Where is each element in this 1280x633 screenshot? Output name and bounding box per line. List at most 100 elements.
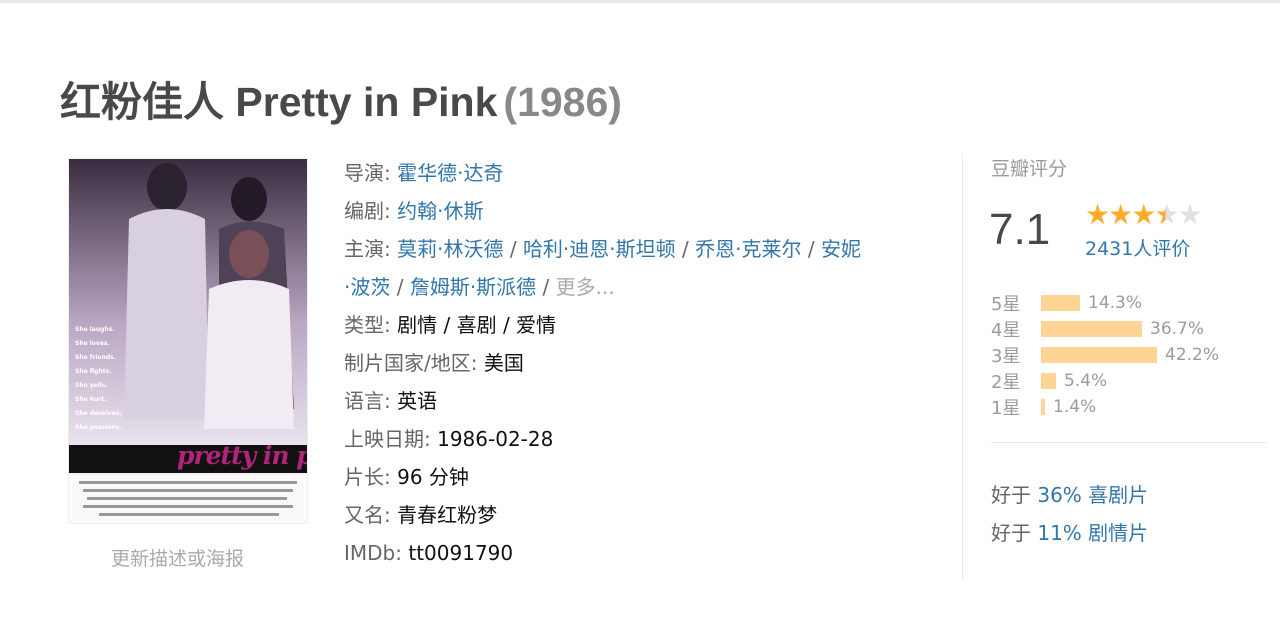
cast-link[interactable]: 安妮 — [821, 237, 861, 261]
better-than-prefix: 好于 — [991, 521, 1031, 545]
star-full-icon: ★ — [1085, 198, 1110, 231]
distribution-bar — [1041, 295, 1080, 311]
cast-link[interactable]: 莫莉·林沃德 — [397, 237, 503, 261]
imdb-label: IMDb: — [344, 541, 402, 565]
distribution-row: 5星 14.3% — [991, 290, 1251, 316]
distribution-percent: 14.3% — [1088, 293, 1143, 313]
distribution-percent: 5.4% — [1064, 371, 1108, 391]
star-empty-icon: ★ — [1177, 198, 1202, 231]
better-than-row: 好于 36% 喜剧片 — [991, 476, 1148, 514]
cast-link[interactable]: ·波茨 — [344, 275, 390, 299]
genre-value: 爱情 — [516, 313, 557, 337]
svg-text:She deceives.: She deceives. — [75, 410, 122, 417]
better-than-prefix: 好于 — [991, 483, 1031, 507]
country-label: 制片国家/地区: — [344, 351, 478, 375]
cast-row: 主演: 莫莉·林沃德 / 哈利·迪恩·斯坦顿 / 乔恩·克莱尔 / 安妮 — [344, 230, 944, 268]
release-label: 上映日期: — [344, 427, 431, 451]
genre-separator: / — [502, 313, 517, 337]
svg-text:She friends.: She friends. — [75, 354, 116, 361]
cast-link[interactable]: 哈利·迪恩·斯坦顿 — [523, 237, 676, 261]
runtime-label: 片长: — [344, 465, 391, 489]
cast-link[interactable]: 詹姆斯·斯派德 — [410, 275, 536, 299]
movie-poster[interactable]: She laughs. She loves. She friends. She … — [68, 158, 308, 524]
cast-separator: / — [682, 237, 696, 261]
distribution-bar — [1041, 399, 1045, 415]
better-than-row: 好于 11% 剧情片 — [991, 514, 1148, 552]
movie-info: 导演: 霍华德·达奇 编剧: 约翰·休斯 主演: 莫莉·林沃德 / 哈利·迪恩·… — [344, 154, 944, 572]
distribution-row: 1星 1.4% — [991, 394, 1251, 420]
writer-row: 编剧: 约翰·休斯 — [344, 192, 944, 230]
page-title: 红粉佳人 Pretty in Pink (1986) — [60, 76, 622, 128]
distribution-bar — [1041, 347, 1157, 363]
better-than: 好于 36% 喜剧片 好于 11% 剧情片 — [991, 476, 1148, 552]
director-row: 导演: 霍华德·达奇 — [344, 154, 944, 192]
language-value: 英语 — [397, 389, 438, 413]
star-full-icon: ★ — [1131, 198, 1156, 231]
cast-separator: / — [542, 275, 556, 299]
distribution-star-label: 3星 — [991, 346, 1021, 367]
imdb-row: IMDb: tt0091790 — [344, 534, 944, 572]
distribution-percent: 42.2% — [1165, 345, 1220, 365]
distribution-row: 2星 5.4% — [991, 368, 1251, 394]
svg-text:She passions.: She passions. — [75, 424, 122, 431]
distribution-bar — [1041, 321, 1142, 337]
rating-panel: 豆瓣评分 7.1 ★★★★★ 2431人评价 5星 14.3% 4星 36.7% 3星 4… — [962, 154, 1280, 579]
update-poster-link[interactable]: 更新描述或海报 — [111, 544, 244, 571]
cast-separator: / — [807, 237, 821, 261]
country-value: 美国 — [483, 351, 524, 375]
better-than-link[interactable]: 11% 剧情片 — [1037, 521, 1148, 545]
language-row: 语言: 英语 — [344, 382, 944, 420]
director-link[interactable]: 霍华德·达奇 — [397, 161, 503, 185]
better-than-link[interactable]: 36% 喜剧片 — [1037, 483, 1148, 507]
distribution-star-label: 5星 — [991, 294, 1021, 315]
aka-row: 又名: 青春红粉梦 — [344, 496, 944, 534]
country-row: 制片国家/地区: 美国 — [344, 344, 944, 382]
cast-more-link[interactable]: 更多... — [556, 275, 615, 299]
genre-row: 类型: 剧情 / 喜剧 / 爱情 — [344, 306, 944, 344]
movie-name: 红粉佳人 Pretty in Pink — [60, 79, 498, 125]
rating-distribution: 5星 14.3% 4星 36.7% 3星 42.2% 2星 5.4% 1星 1.4% — [991, 290, 1251, 420]
distribution-percent: 36.7% — [1150, 319, 1205, 339]
distribution-row: 4星 36.7% — [991, 316, 1251, 342]
release-row: 上映日期: 1986-02-28 — [344, 420, 944, 458]
poster-film-name: pretty in pink — [177, 441, 307, 470]
distribution-percent: 1.4% — [1053, 397, 1097, 417]
svg-text:She loves.: She loves. — [75, 340, 110, 347]
distribution-star-label: 1星 — [991, 398, 1021, 419]
svg-text:She yells.: She yells. — [75, 382, 108, 389]
rating-divider — [991, 442, 1267, 443]
rating-stars: ★★★★★ — [1085, 198, 1203, 232]
distribution-star-label: 2星 — [991, 372, 1021, 393]
imdb-value[interactable]: tt0091790 — [408, 541, 513, 565]
language-label: 语言: — [344, 389, 391, 413]
star-full-icon: ★ — [1108, 198, 1133, 231]
cast-separator: / — [396, 275, 410, 299]
movie-year: (1986) — [503, 79, 622, 125]
votes-link[interactable]: 2431人评价 — [1085, 234, 1190, 261]
cast-label: 主演: — [344, 237, 391, 261]
aka-label: 又名: — [344, 503, 391, 527]
distribution-bar — [1041, 373, 1056, 389]
writer-label: 编剧: — [344, 199, 391, 223]
cast-row-continued: ·波茨 / 詹姆斯·斯派德 / 更多... — [344, 268, 944, 306]
release-value: 1986-02-28 — [437, 427, 554, 451]
runtime-row: 片长: 96 分钟 — [344, 458, 944, 496]
aka-value: 青春红粉梦 — [397, 503, 498, 527]
genre-separator: / — [443, 313, 457, 337]
svg-text:She hurt.: She hurt. — [75, 396, 106, 403]
svg-text:She fights.: She fights. — [75, 368, 111, 375]
genre-value: 喜剧 — [456, 313, 497, 337]
svg-text:She laughs.: She laughs. — [75, 326, 115, 333]
distribution-row: 3星 42.2% — [991, 342, 1251, 368]
genre-value: 剧情 — [397, 313, 438, 337]
cast-separator: / — [509, 237, 523, 261]
genre-label: 类型: — [344, 313, 391, 337]
star-half-icon: ★ — [1154, 198, 1179, 231]
top-divider — [0, 0, 1280, 3]
distribution-star-label: 4星 — [991, 320, 1021, 341]
cast-link[interactable]: 乔恩·克莱尔 — [695, 237, 801, 261]
writer-link[interactable]: 约翰·休斯 — [397, 199, 483, 223]
rating-label: 豆瓣评分 — [991, 158, 1068, 180]
runtime-value: 96 分钟 — [397, 465, 469, 489]
director-label: 导演: — [344, 161, 391, 185]
